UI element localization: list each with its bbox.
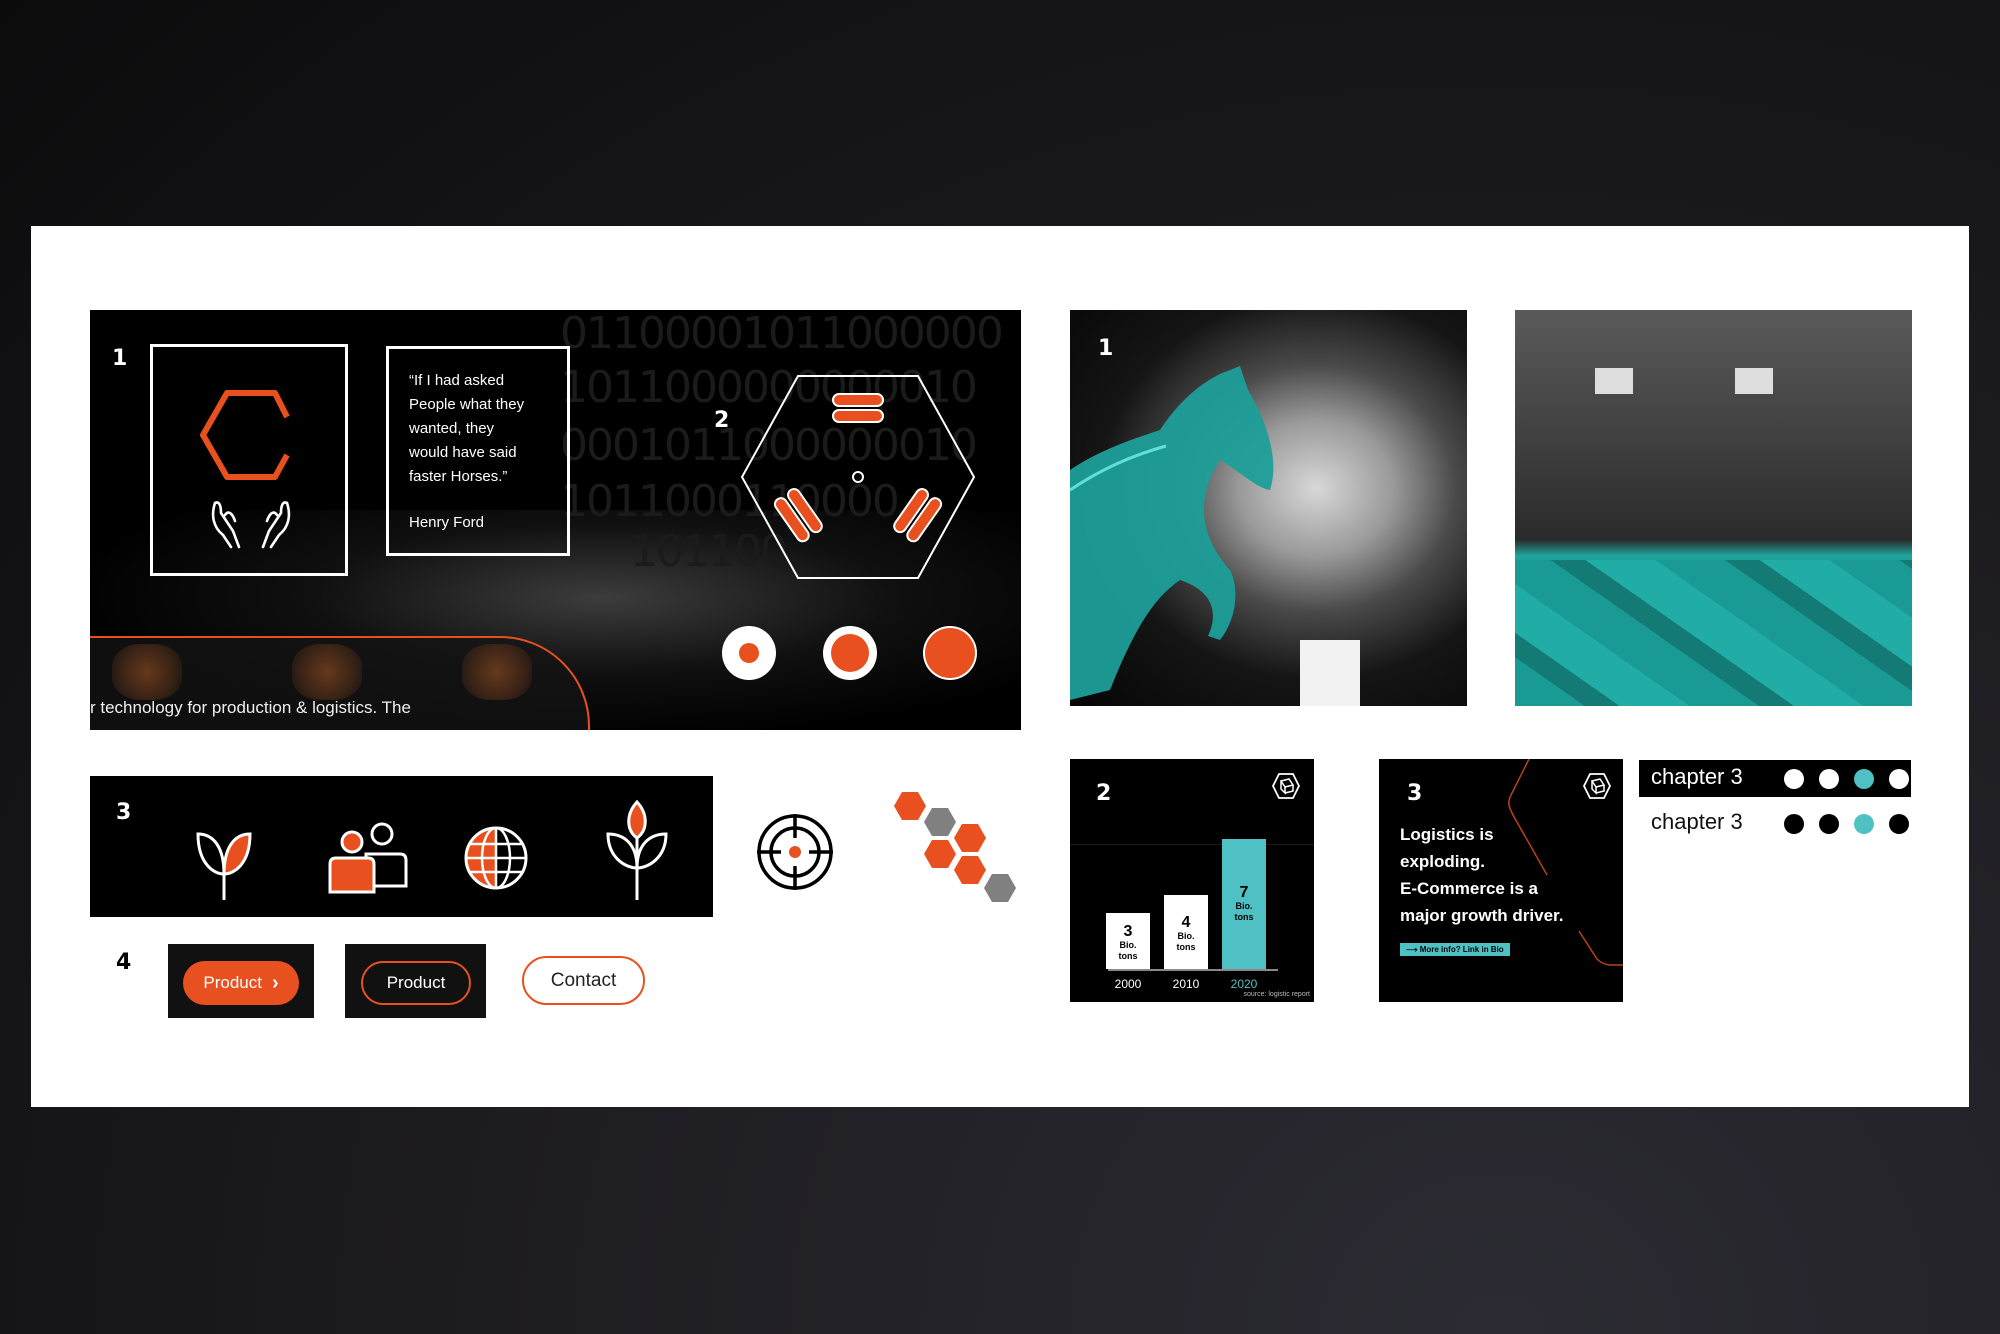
x-tick-label: 2000 xyxy=(1114,977,1142,991)
headline-line: E-Commerce is a xyxy=(1400,879,1538,898)
binary-row: 01100001011000000 xyxy=(560,310,1004,359)
radio-state-small[interactable] xyxy=(722,626,776,680)
logo-card xyxy=(150,344,348,576)
shirt-collar xyxy=(1300,640,1360,706)
chapter-label: chapter 3 xyxy=(1651,764,1743,789)
quote-line: faster Horses.” xyxy=(409,468,508,485)
chapter-indicator-light: chapter 3 xyxy=(1639,805,1911,842)
chapter-dot[interactable] xyxy=(1784,814,1804,834)
x-axis-line xyxy=(1108,969,1278,971)
hexagon-c-logo-icon xyxy=(200,390,291,549)
product-outline-label: Product xyxy=(386,973,446,992)
chart-bar: 7 Bio. tons xyxy=(1222,839,1266,969)
button-swatch-dark: Product › xyxy=(168,944,314,1018)
arrow-right-icon: ⟶ xyxy=(1406,945,1418,954)
bar-value-label: 3 xyxy=(1123,923,1133,940)
icons-panel: 3 xyxy=(90,776,713,917)
headline-line: major growth driver. xyxy=(1400,906,1564,925)
product-primary-label: Product xyxy=(203,973,262,992)
section-number: 3 xyxy=(116,800,132,825)
dock-sign-256 xyxy=(1735,368,1773,394)
more-info-link[interactable]: ⟶ More info? Link in Bio xyxy=(1400,943,1510,956)
robot-photo xyxy=(462,644,532,700)
chapter-dot[interactable] xyxy=(1889,769,1909,789)
bar-unit-label: tons xyxy=(1176,942,1196,952)
section-number: 1 xyxy=(112,346,128,371)
chapter-indicator-dark: chapter 3 xyxy=(1639,760,1911,797)
headline-line: exploding. xyxy=(1400,852,1485,871)
bar-value-label: 4 xyxy=(1181,914,1191,931)
cube-hexagon-icon xyxy=(1272,773,1300,799)
warehouse-photo xyxy=(1515,310,1912,706)
robot-photo xyxy=(292,644,362,700)
bar-unit-label: Bio. xyxy=(1235,901,1253,911)
x-tick-label: 2010 xyxy=(1172,977,1200,991)
more-info-label: More info? Link in Bio xyxy=(1419,945,1504,954)
chart-card: 2 3 Bio. tons 2000 4 Bio. tons 2010 7 Bio. tons 202… xyxy=(1070,759,1314,1002)
henry-ford-photo: 1 xyxy=(1070,310,1467,706)
quote-line: would have said xyxy=(409,444,517,461)
logistics-text-card: 3 Logistics is exploding. E-Commerce is … xyxy=(1379,759,1623,1002)
quote-author: Henry Ford xyxy=(409,514,485,531)
hero-banner: 01100001011000000 1011000000000010 00010… xyxy=(90,310,1021,730)
x-tick-label: 2020 xyxy=(1230,977,1258,991)
bar-unit-label: Bio. xyxy=(1119,940,1137,950)
hexagon-cluster-icon xyxy=(894,792,1016,902)
chapter-dot[interactable] xyxy=(1889,814,1909,834)
headline-line: Logistics is xyxy=(1400,825,1494,844)
chapter-dot[interactable] xyxy=(1819,814,1839,834)
quote-line: People what they xyxy=(409,396,525,413)
robot-photo xyxy=(112,644,182,700)
cube-hexagon-icon xyxy=(1583,773,1611,799)
headline: Logistics is exploding. E-Commerce is a … xyxy=(1400,821,1563,929)
sprout-icon xyxy=(196,832,252,900)
bar-value-label: 7 xyxy=(1239,884,1249,901)
section-number: 3 xyxy=(1407,781,1423,806)
chapter-dot[interactable] xyxy=(1784,769,1804,789)
chapter-dot-active[interactable] xyxy=(1854,814,1874,834)
product-outline-button[interactable]: Product xyxy=(361,961,471,1005)
bar-unit-label: tons xyxy=(1234,912,1254,922)
contact-label: Contact xyxy=(550,969,617,991)
quote-line: wanted, they xyxy=(409,420,495,437)
globe-icon xyxy=(464,826,528,890)
chart-bar: 3 Bio. tons xyxy=(1106,913,1150,969)
quote-card: “If I had asked People what they wanted,… xyxy=(386,346,570,556)
radio-state-medium[interactable] xyxy=(823,626,877,680)
hexagon-robot-platform-icon xyxy=(740,375,976,579)
bar-chart: 3 Bio. tons 2000 4 Bio. tons 2010 7 Bio. tons 2020 xyxy=(1106,819,1276,991)
section-number: 4 xyxy=(116,950,132,975)
section-number: 2 xyxy=(714,408,730,433)
chapter-label: chapter 3 xyxy=(1651,809,1743,834)
quote-line: “If I had asked xyxy=(409,372,505,389)
section-number: 2 xyxy=(1096,781,1112,806)
chevron-right-icon: › xyxy=(271,971,279,994)
product-primary-button[interactable]: Product › xyxy=(183,961,299,1005)
target-icon xyxy=(757,814,833,890)
bar-unit-label: tons xyxy=(1118,951,1138,961)
chart-bar: 4 Bio. tons xyxy=(1164,895,1208,969)
teal-horse-illustration xyxy=(1070,366,1274,700)
chapter-dot-active[interactable] xyxy=(1854,769,1874,789)
contact-button[interactable]: Contact xyxy=(522,956,645,1005)
people-icon xyxy=(328,822,408,894)
chart-source: source: logistic report xyxy=(1243,991,1310,998)
chapter-dot[interactable] xyxy=(1819,769,1839,789)
button-swatch-dark: Product xyxy=(345,944,486,1018)
bar-unit-label: Bio. xyxy=(1177,931,1195,941)
plant-icon xyxy=(606,799,668,900)
teal-boxes xyxy=(1515,560,1912,706)
section-number: 1 xyxy=(1098,336,1114,361)
radio-state-full[interactable] xyxy=(923,626,977,680)
hands-icon xyxy=(211,501,291,549)
dock-sign-257 xyxy=(1595,368,1633,394)
hero-tagline: r technology for production & logistics.… xyxy=(90,698,411,717)
